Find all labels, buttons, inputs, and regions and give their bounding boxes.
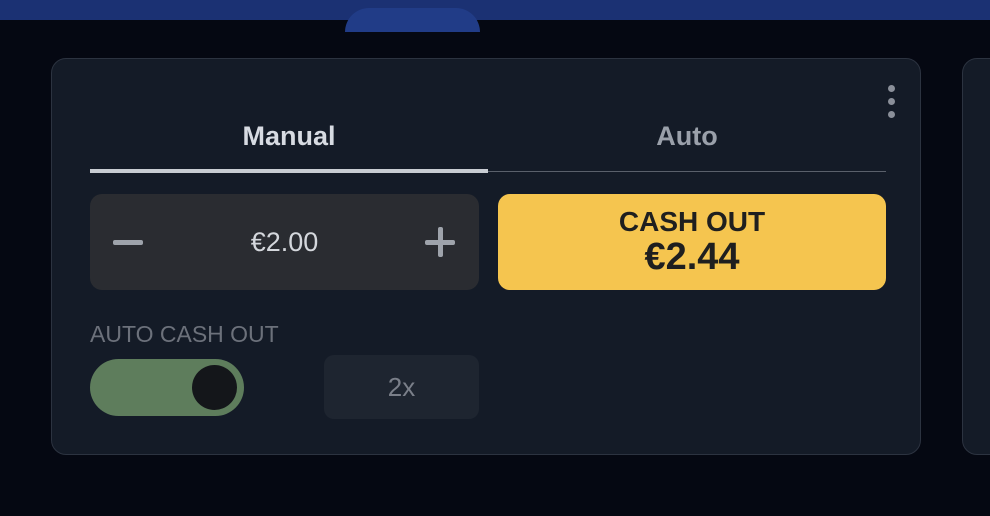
top-bar-dome	[345, 8, 480, 32]
auto-cash-out-multiplier-input[interactable]: 2x	[324, 355, 479, 419]
bet-amount-value[interactable]: €2.00	[190, 194, 379, 290]
tab-auto[interactable]: Auto	[488, 99, 886, 173]
active-tab-indicator	[90, 169, 488, 173]
menu-dot	[888, 111, 895, 118]
minus-icon	[113, 240, 143, 245]
decrease-bet-button[interactable]	[104, 218, 152, 266]
increase-bet-button[interactable]	[416, 218, 464, 266]
cash-out-label: CASH OUT	[618, 206, 766, 237]
menu-dot	[888, 98, 895, 105]
top-bar	[0, 0, 990, 32]
second-bet-panel-edge	[962, 58, 990, 455]
tab-manual[interactable]: Manual	[90, 99, 488, 173]
toggle-knob	[192, 365, 237, 410]
bet-mode-tabs: Manual Auto	[90, 99, 886, 175]
bet-panel: Manual Auto €2.00 CASH OUT €2.44 AUTO CA…	[51, 58, 921, 455]
menu-dot	[888, 85, 895, 92]
auto-cash-out-toggle[interactable]	[90, 359, 244, 416]
auto-cash-out-label: AUTO CASH OUT	[90, 321, 279, 347]
cash-out-button[interactable]: CASH OUT €2.44	[498, 194, 886, 290]
cash-out-amount: €2.44	[644, 236, 740, 278]
bet-amount-stepper: €2.00	[90, 194, 479, 290]
